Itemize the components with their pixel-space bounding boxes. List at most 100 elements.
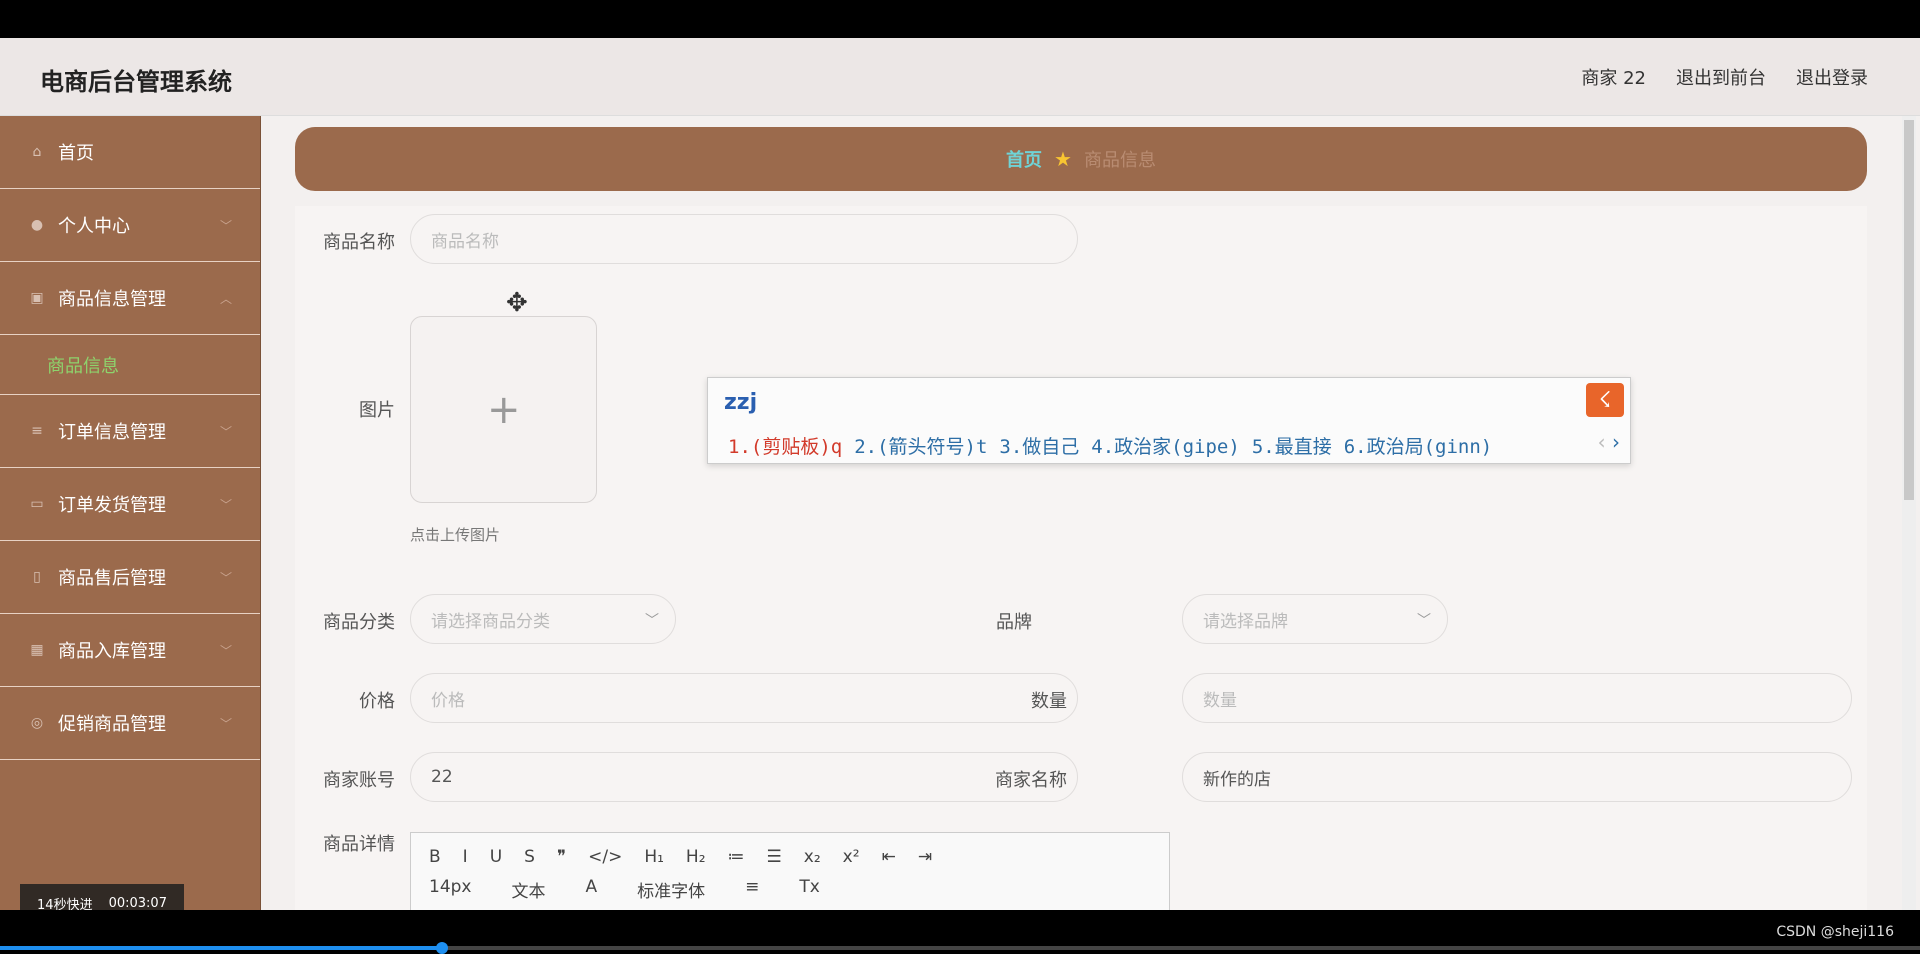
clipboard-icon: ▣	[30, 290, 44, 306]
editor-toolbar-row-2: 14px 文本 A 标准字体 ≡ Tx	[429, 877, 820, 902]
name-label: 商品名称	[323, 232, 395, 253]
strike-button[interactable]: S	[524, 847, 535, 867]
grid-icon: ▦	[30, 642, 44, 658]
image-upload[interactable]: +	[410, 316, 597, 503]
font-size-select[interactable]: 14px	[429, 877, 471, 902]
ime-candidate[interactable]: 5.最直接	[1252, 432, 1332, 459]
user-label[interactable]: 商家 22	[1581, 64, 1646, 90]
sidebar: ⌂ 首页 ● 个人中心 ﹀ ▣ 商品信息管理 ︿ 商品信息 ≡ 订单信息管理 ﹀…	[0, 116, 261, 910]
user-icon: ●	[30, 217, 44, 233]
progress-fill	[0, 946, 442, 950]
clear-format-button[interactable]: Tx	[799, 877, 819, 902]
star-icon: ★	[1054, 147, 1072, 171]
superscript-button[interactable]: x²	[843, 847, 860, 867]
sidebar-item-stockin[interactable]: ▦ 商品入库管理 ﹀	[0, 614, 260, 687]
home-icon: ⌂	[32, 144, 42, 160]
h2-button[interactable]: H₂	[686, 847, 706, 867]
price-label: 价格	[359, 691, 395, 712]
ime-candidate-popup: zzj ☇ 1.(剪贴板)q 2.(箭头符号)t 3.做自己 4.政治家(gip…	[707, 377, 1631, 464]
progress-handle[interactable]	[435, 942, 448, 954]
mic-icon: ▯	[33, 569, 41, 585]
video-progress-bar[interactable]	[0, 942, 1920, 954]
ime-candidate[interactable]: 6.政治局(ginn)	[1344, 432, 1493, 459]
brand-select[interactable]: 请选择品牌 ﹀	[1182, 594, 1448, 644]
sidebar-item-label: 订单信息管理	[58, 422, 166, 443]
qty-input[interactable]: 数量	[1182, 673, 1852, 723]
exit-front-link[interactable]: 退出到前台	[1676, 64, 1766, 90]
sidebar-item-promo[interactable]: ◎ 促销商品管理 ﹀	[0, 687, 260, 760]
product-form: 商品名称 商品名称 图片 + 点击上传图片 商品分类 请选择商品分类 ﹀ 品牌 …	[295, 206, 1867, 910]
align-button[interactable]: ≡	[745, 877, 759, 902]
chevron-up-icon: ︿	[219, 292, 232, 306]
merchant-account-label: 商家账号	[323, 770, 395, 791]
sidebar-item-label: 个人中心	[58, 216, 130, 237]
italic-button[interactable]: I	[463, 847, 468, 867]
category-select[interactable]: 请选择商品分类 ﹀	[410, 594, 676, 644]
sidebar-item-product-info[interactable]: ▣ 商品信息管理 ︿	[0, 262, 260, 335]
sidebar-item-label: 首页	[58, 143, 94, 164]
app-window: 电商后台管理系统 商家 22 退出到前台 退出登录 ⌂ 首页 ● 个人中心 ﹀ …	[0, 38, 1920, 910]
sidebar-item-label: 订单发货管理	[58, 495, 166, 516]
chevron-down-icon: ﹀	[219, 498, 232, 512]
sidebar-item-orders[interactable]: ≡ 订单信息管理 ﹀	[0, 395, 260, 468]
upload-hint: 点击上传图片	[410, 526, 501, 544]
category-label: 商品分类	[323, 612, 395, 633]
header-actions: 商家 22 退出到前台 退出登录	[1581, 64, 1868, 90]
sidebar-item-label: 促销商品管理	[58, 714, 166, 735]
sidebar-subitem-product[interactable]: 商品信息	[0, 335, 260, 395]
chevron-left-icon[interactable]: ‹	[1598, 430, 1606, 454]
list-icon: ≡	[31, 423, 43, 439]
h1-button[interactable]: H₁	[644, 847, 664, 867]
breadcrumb: 首页 ★ 商品信息	[295, 127, 1867, 191]
subscript-button[interactable]: x₂	[804, 847, 821, 867]
font-family-select[interactable]: 标准字体	[637, 877, 705, 902]
sidebar-item-home[interactable]: ⌂ 首页	[0, 116, 260, 189]
ime-input-code: zzj	[724, 390, 758, 415]
rich-text-editor[interactable]: B I U S ❞ </> H₁ H₂ ≔ ☰ x₂ x² ⇤ ⇥ 14px 文…	[410, 832, 1170, 910]
breadcrumb-home[interactable]: 首页	[1006, 146, 1042, 172]
ordered-list-button[interactable]: ≔	[728, 847, 745, 867]
ime-page-nav: ‹ ›	[1598, 430, 1620, 454]
chat-icon: ▭	[30, 496, 44, 512]
app-title: 电商后台管理系统	[40, 68, 232, 96]
chevron-down-icon: ﹀	[219, 644, 232, 658]
sidebar-item-label: 商品售后管理	[58, 568, 166, 589]
ime-candidate[interactable]: 3.做自己	[999, 432, 1079, 459]
sidebar-item-shipping[interactable]: ▭ 订单发货管理 ﹀	[0, 468, 260, 541]
block-type-select[interactable]: 文本	[511, 877, 545, 902]
brand-label: 品牌	[996, 612, 1032, 633]
merchant-name-label: 商家名称	[995, 770, 1067, 791]
ime-candidate[interactable]: 2.(箭头符号)t	[854, 432, 987, 459]
category-placeholder: 请选择商品分类	[431, 611, 550, 632]
code-button[interactable]: </>	[588, 847, 622, 867]
indent-button[interactable]: ⇥	[918, 847, 932, 867]
sidebar-item-label: 商品入库管理	[58, 641, 166, 662]
chevron-down-icon: ﹀	[219, 571, 232, 585]
sidebar-item-aftersales[interactable]: ▯ 商品售后管理 ﹀	[0, 541, 260, 614]
brand-placeholder: 请选择品牌	[1203, 611, 1288, 632]
chevron-down-icon: ﹀	[645, 613, 659, 629]
ime-logo-icon: ☇	[1586, 383, 1624, 417]
ime-candidate[interactable]: 1.(剪贴板)q	[728, 432, 842, 459]
editor-toolbar-row-1: B I U S ❞ </> H₁ H₂ ≔ ☰ x₂ x² ⇤ ⇥	[429, 847, 932, 867]
quote-button[interactable]: ❞	[557, 847, 566, 867]
underline-button[interactable]: U	[490, 847, 502, 867]
compass-icon: ◎	[30, 715, 44, 731]
bold-button[interactable]: B	[429, 847, 441, 867]
chevron-right-icon[interactable]: ›	[1612, 430, 1620, 454]
scrollbar-thumb[interactable]	[1904, 120, 1914, 500]
logout-link[interactable]: 退出登录	[1796, 64, 1868, 90]
merchant-name-input[interactable]: 新作的店	[1182, 752, 1852, 802]
sidebar-item-profile[interactable]: ● 个人中心 ﹀	[0, 189, 260, 262]
ime-candidate[interactable]: 4.政治家(gipe)	[1091, 432, 1240, 459]
font-color-button[interactable]: A	[585, 877, 597, 902]
sidebar-item-label: 商品信息管理	[58, 289, 166, 310]
bullet-list-button[interactable]: ☰	[767, 847, 782, 867]
outdent-button[interactable]: ⇤	[882, 847, 896, 867]
qty-label: 数量	[1031, 691, 1067, 712]
chevron-down-icon: ﹀	[219, 425, 232, 439]
plus-icon: +	[487, 387, 521, 433]
watermark: CSDN @sheji116	[1776, 924, 1894, 940]
product-name-input[interactable]: 商品名称	[410, 214, 1078, 264]
page-scrollbar[interactable]	[1902, 116, 1916, 910]
